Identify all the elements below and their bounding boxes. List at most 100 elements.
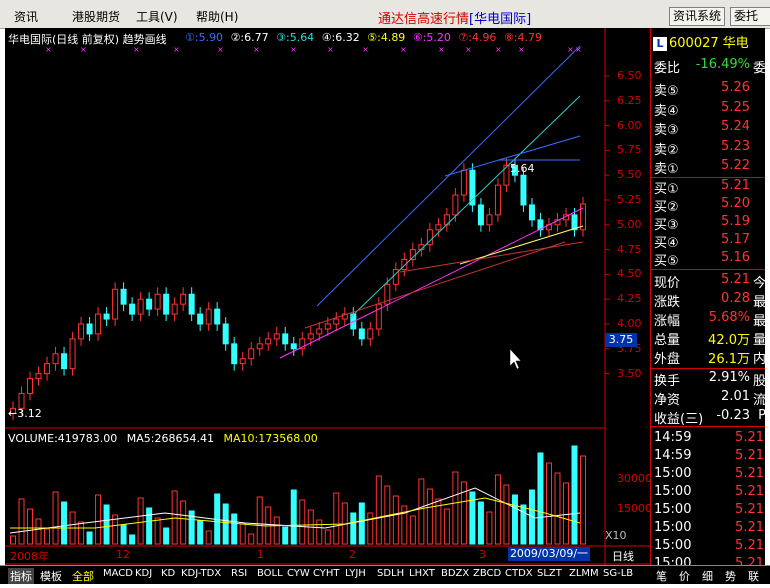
stock-code: 600027 [669, 36, 719, 51]
tick-row-1: 14:59 5.21 [654, 448, 764, 463]
tab-indicator-bdzx[interactable]: BDZX [441, 568, 469, 579]
trade-signal-icon: × [567, 45, 574, 54]
tab-indicator-kdj[interactable]: KDJ [135, 568, 152, 579]
tab-indicator-macd[interactable]: MACD [103, 568, 133, 579]
trade-signal-icon: × [173, 45, 180, 54]
stat-row-1: 涨跌 0.28 最 [654, 291, 765, 310]
ma-legend: ①:5.90 ②:6.77 ③:5.64 ④:6.32 ⑤:4.89 ⑥:5.2… [185, 31, 546, 44]
ma-4: ④:6.32 [321, 31, 360, 44]
buy-row-2: 买② 5.20 [654, 196, 750, 215]
price-tick-1: 6.25 [617, 93, 642, 107]
price-tick-10: 4.00 [617, 317, 642, 330]
tab-muban[interactable]: 模板 [40, 568, 62, 584]
zixun-system-button[interactable]: 资讯系统 [669, 7, 726, 26]
ma-6: ⑥:5.20 [412, 31, 451, 44]
quote-panel: L 600027 华电 委比 -16.49% 委 卖⑤ 5.26 卖④ 5.25 卖③ 5.2… [650, 28, 765, 580]
cursor-date: 2009/03/09/一 [508, 547, 590, 561]
price-tick-0: 6.50 [617, 69, 642, 82]
sell-row-3: 卖③ 5.24 [654, 119, 750, 138]
low-price-label: ←3.12 [8, 407, 42, 420]
tab-indicator-slzt[interactable]: SLZT [537, 568, 562, 579]
trade-signal-icon: × [400, 45, 407, 54]
menu-tools[interactable]: 工具(V) [136, 8, 178, 25]
tab-indicator-zlmm[interactable]: ZLMM [569, 568, 599, 579]
menu-help[interactable]: 帮助(H) [196, 8, 238, 25]
sell-row-5: 卖⑤ 5.26 [654, 80, 750, 99]
tab-indicator-lhxt[interactable]: LHXT [409, 568, 435, 579]
tab-indicator-boll[interactable]: BOLL [257, 568, 283, 579]
price-tick-5: 5.25 [617, 193, 642, 206]
tab-indicator-ctdx[interactable]: CTDX [505, 568, 533, 579]
tab-indicator-zbcd[interactable]: ZBCD [473, 568, 501, 579]
tab-indicator-cyw[interactable]: CYW [287, 568, 310, 579]
price-tick-12: 3.50 [617, 366, 642, 380]
trade-signal-icon: × [575, 45, 582, 54]
sell-row-2: 卖② 5.23 [654, 138, 750, 158]
date-1: 1 [257, 548, 264, 561]
tab-indicator-sg-lb[interactable]: SG-LB [603, 568, 633, 579]
stat2-row-0: 换手 2.91% 股 [654, 370, 765, 389]
tick-row-3: 15:00 5.21 [654, 484, 764, 499]
indicator-tab-bar: 指标 模板 全部 MACD KDJ KD KDJ-TDX RSI BOLL CYW CYHT L… [0, 565, 770, 584]
buy-row-1: 买① 5.21 [654, 178, 750, 197]
stat-row-0: 现价 5.21 今 [654, 272, 765, 291]
side-tab-4[interactable]: 联 [748, 568, 759, 584]
ma-2: ②:6.77 [230, 31, 269, 44]
tab-indicator-lyjh[interactable]: LYJH [345, 568, 366, 579]
trade-signal-icon: × [518, 45, 525, 54]
tab-indicator-cyht[interactable]: CYHT [313, 568, 340, 579]
price-tick-6: 5.00 [617, 217, 642, 231]
stock-header: L 600027 华电 [653, 32, 749, 51]
buy-row-3: 买③ 5.19 [654, 214, 750, 233]
side-tab-1[interactable]: 价 [679, 568, 690, 584]
high-price-label: 5.64 [510, 162, 535, 175]
volume-tick-30000: 30000 [617, 472, 652, 485]
menu-bar: 资讯 港股期货 工具(V) 帮助(H) 通达信高速行情[华电国际] 资讯系统 委… [0, 0, 770, 29]
current-price-tag: 3.75 [605, 333, 637, 347]
period-label[interactable]: 日线 [612, 548, 634, 564]
tick-row-2: 15:00 5.21 [654, 466, 764, 481]
trade-signal-icon: × [217, 45, 224, 54]
price-tick-2: 6.00 [617, 118, 642, 132]
tab-indicator-kdj-tdx[interactable]: KDJ-TDX [181, 568, 221, 579]
mouse-cursor-icon [509, 348, 522, 370]
menu-ganggu-qihuo[interactable]: 港股期货 [72, 8, 120, 25]
price-tick-3: 5.75 [617, 143, 642, 157]
stat-row-4: 外盘 26.1万内 [654, 352, 765, 367]
volume-value: VOLUME:419783.00 [8, 432, 118, 445]
ma5-value: MA5:268654.41 [126, 432, 214, 445]
ma10-value: MA10:173568.00 [223, 432, 318, 445]
stat2-row-1: 净资 2.01 流 [654, 389, 765, 408]
stat-row-3: 总量 42.0万量 [654, 333, 765, 348]
chart-panel[interactable]: × × × × × × × × × × × × × × × × 华电国际(日线 前复权) 趋势画线 ①:5.9… [5, 28, 765, 580]
l-badge-icon: L [653, 37, 667, 51]
chart-title: 华电国际(日线 前复权) 趋势画线 [8, 33, 167, 46]
trade-signal-icon: × [495, 45, 502, 54]
weituo-button[interactable]: 委托 [730, 7, 770, 26]
stat-row-2: 涨幅 5.68% 最 [654, 310, 765, 329]
tab-indicator-kd[interactable]: KD [161, 568, 175, 579]
app-title: 通达信高速行情[华电国际] [378, 12, 532, 27]
buy-row-5: 买⑤ 5.16 [654, 250, 750, 269]
menu-zixun[interactable]: 资讯 [14, 8, 38, 25]
ma-5: ⑤:4.89 [367, 31, 406, 44]
trade-signal-icon: × [438, 45, 445, 54]
side-tab-0[interactable]: 笔 [656, 568, 667, 584]
ma-7: ⑦:4.96 [458, 31, 497, 44]
date-12: 12 [116, 548, 130, 561]
tab-indicator-sdlh[interactable]: SDLH [377, 568, 404, 579]
volume-legend: VOLUME:419783.00 MA5:268654.41 MA10:1735… [8, 432, 324, 445]
tick-row-0: 14:59 5.21 [654, 430, 764, 445]
stock-name: 华电 [722, 36, 749, 51]
side-tab-3[interactable]: 势 [725, 568, 736, 584]
tab-indicator-rsi[interactable]: RSI [231, 568, 247, 579]
tab-quanbu[interactable]: 全部 [72, 568, 94, 584]
date-2: 2 [349, 548, 356, 561]
price-tick-9: 4.25 [617, 292, 642, 306]
weibi-row: 委比 -16.49% 委 [654, 57, 765, 76]
volume-unit: X10 [605, 529, 627, 542]
side-tab-2[interactable]: 细 [702, 568, 713, 584]
tab-zhibiao[interactable]: 指标 [8, 568, 34, 584]
tick-row-5: 15:00 5.21 [654, 520, 764, 535]
sell-row-1: 卖① 5.22 [654, 158, 750, 177]
